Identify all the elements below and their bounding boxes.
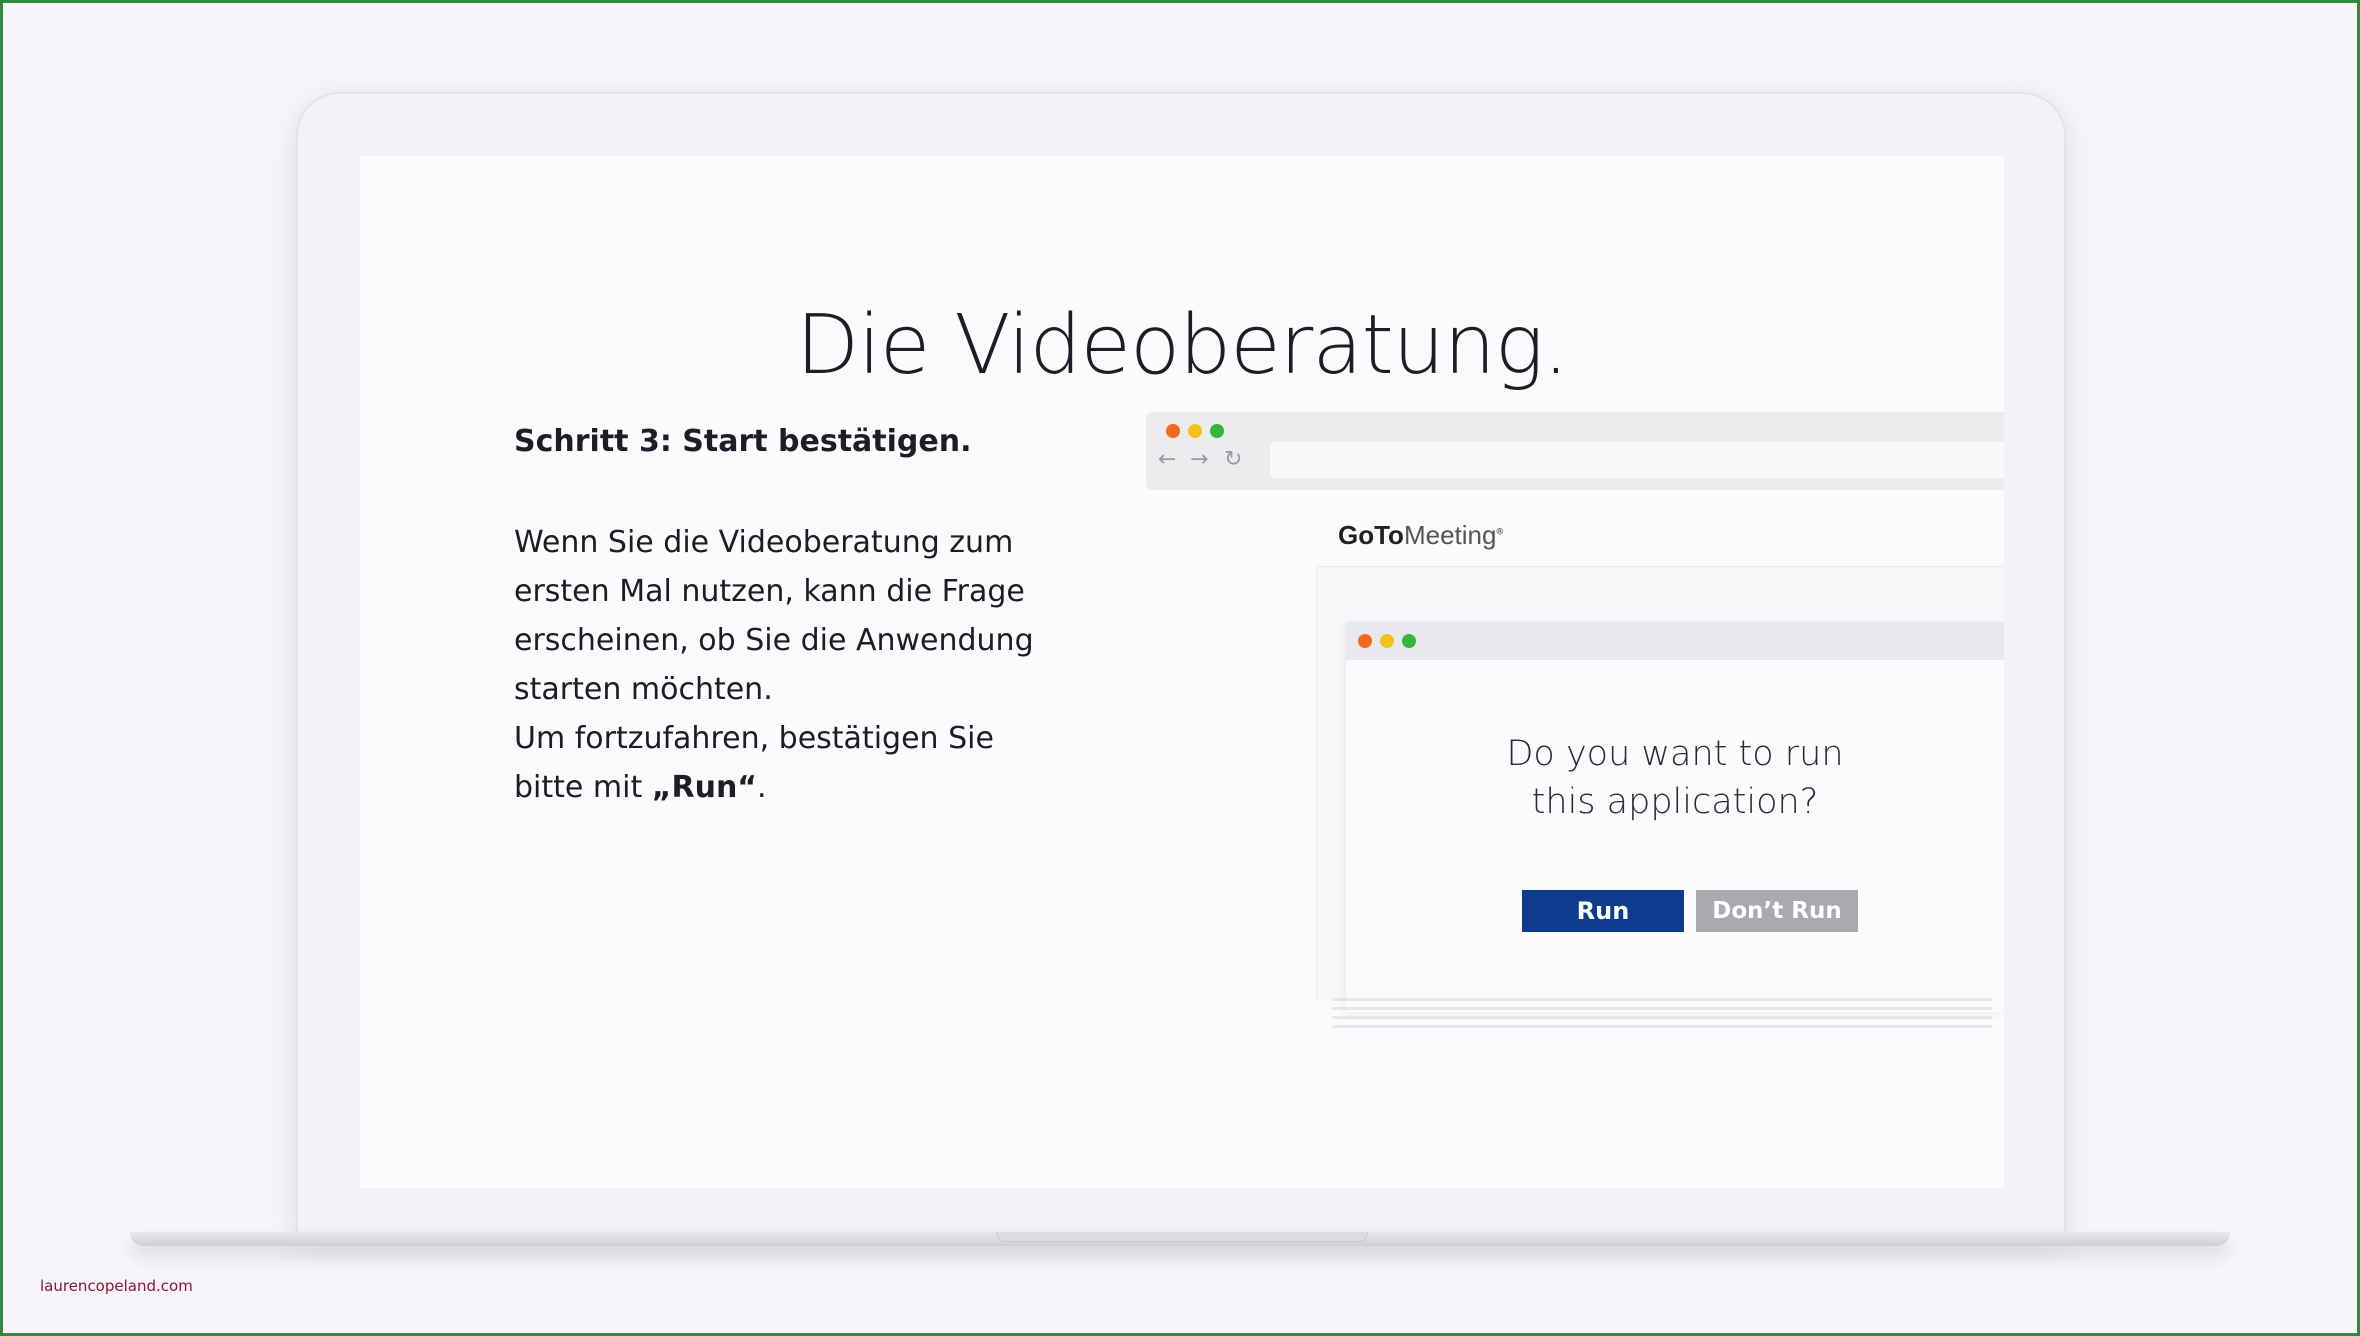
logo-meeting: Meeting (1403, 520, 1497, 550)
page-title: Die Videoberatung. (795, 298, 1569, 393)
step-description: Wenn Sie die Videoberatung zum ersten Ma… (514, 518, 1054, 812)
forward-arrow-icon[interactable]: → (1190, 448, 1208, 472)
run-button[interactable]: Run (1522, 890, 1684, 932)
back-arrow-icon[interactable]: ← (1158, 448, 1176, 472)
watermark: laurencopeland.com (40, 1277, 193, 1295)
dialog-question-line-1: Do you want to run (1506, 734, 1844, 774)
close-window-dot (1166, 424, 1180, 438)
maximize-window-dot (1210, 424, 1224, 438)
dialog-title-bar (1346, 622, 2004, 660)
logo-registered-mark: ® (1496, 526, 1504, 537)
dialog-minimize-dot (1380, 634, 1394, 648)
page-footer-fine-print (1332, 998, 1992, 1030)
laptop-base-notch (996, 1232, 1368, 1242)
dialog-question-line-2: this application? (1531, 782, 1819, 822)
logo-goto: GoTo (1338, 520, 1404, 550)
laptop-screen: Die Videoberatung. Schritt 3: Start best… (360, 156, 2004, 1188)
gotomeeting-logo: GoToMeeting® (1338, 520, 1503, 551)
reload-icon[interactable]: ↻ (1224, 448, 1242, 472)
dont-run-button[interactable]: Don’t Run (1696, 890, 1858, 932)
address-bar[interactable] (1270, 442, 2004, 478)
step-heading: Schritt 3: Start bestätigen. (514, 424, 972, 459)
run-emphasis: „Run“ (651, 770, 758, 805)
laptop-lid: Die Videoberatung. Schritt 3: Start best… (296, 92, 2066, 1238)
browser-window-mockup: ← → ↻ (1146, 412, 2004, 490)
dialog-maximize-dot (1402, 634, 1416, 648)
step-paragraph-1: Wenn Sie die Videoberatung zum ersten Ma… (514, 525, 1034, 707)
step-paragraph-2: Um fortzufahren, bestätigen Sie bitte mi… (514, 714, 1054, 812)
minimize-window-dot (1188, 424, 1202, 438)
dialog-close-dot (1358, 634, 1372, 648)
paragraph-2-suffix: . (757, 770, 767, 805)
dialog-question: Do you want to run this application? (1346, 730, 2004, 826)
run-application-dialog: Do you want to run this application? Run… (1346, 622, 2004, 1012)
